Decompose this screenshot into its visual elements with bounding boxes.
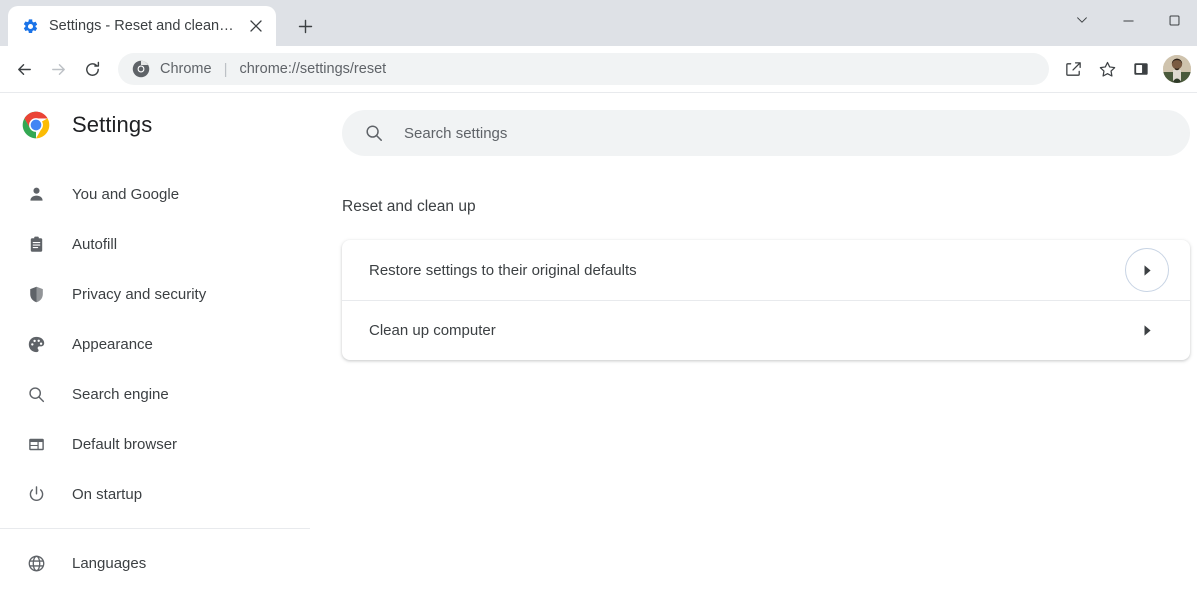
section-title: Reset and clean up: [342, 198, 1197, 216]
sidebar-item-label: You and Google: [72, 186, 179, 203]
sidebar-item-label: Privacy and security: [72, 286, 206, 303]
reset-options-card: Restore settings to their original defau…: [342, 240, 1190, 360]
side-panel-button[interactable]: [1125, 53, 1157, 85]
omnibox-chip-name: Chrome: [160, 61, 212, 77]
minimize-button[interactable]: [1105, 0, 1151, 40]
shield-icon: [26, 284, 46, 304]
page-title: Settings: [72, 112, 152, 138]
maximize-icon: [1168, 14, 1181, 27]
close-icon[interactable]: [244, 14, 268, 38]
arrow-right-icon: [49, 60, 68, 79]
search-settings-bar[interactable]: [342, 110, 1190, 156]
tab-strip: Settings - Reset and clean up: [0, 0, 1197, 46]
search-icon: [26, 384, 46, 404]
row-clean-up-computer[interactable]: Clean up computer: [342, 300, 1190, 360]
maximize-button[interactable]: [1151, 0, 1197, 40]
row-label: Restore settings to their original defau…: [369, 262, 1125, 279]
new-tab-button[interactable]: [290, 11, 320, 41]
tab-title: Settings - Reset and clean up: [49, 18, 234, 34]
forward-button[interactable]: [42, 53, 74, 85]
reload-icon: [83, 60, 102, 79]
share-icon: [1064, 60, 1083, 79]
chrome-logo-icon: [20, 109, 52, 141]
sidebar-item-privacy-and-security[interactable]: Privacy and security: [0, 269, 310, 319]
search-input[interactable]: [404, 110, 1190, 156]
star-icon: [1098, 60, 1117, 79]
toolbar-actions: [1057, 53, 1191, 85]
sidebar-divider: [0, 528, 310, 529]
arrow-left-icon: [15, 60, 34, 79]
settings-header: Settings: [0, 93, 310, 157]
sidebar-item-label: Appearance: [72, 336, 153, 353]
back-button[interactable]: [8, 53, 40, 85]
chevron-down-icon: [1075, 13, 1089, 27]
settings-nav: You and Google Autofill: [0, 169, 310, 588]
sidebar-item-on-startup[interactable]: On startup: [0, 469, 310, 519]
browser-window-icon: [26, 434, 46, 454]
sidebar-item-label: Default browser: [72, 436, 177, 453]
settings-content: Reset and clean up Restore settings to t…: [310, 93, 1197, 600]
search-icon: [364, 123, 384, 143]
chevron-right-icon[interactable]: [1125, 309, 1169, 353]
sidebar-item-label: Languages: [72, 555, 146, 572]
sidebar-item-languages[interactable]: Languages: [0, 538, 310, 588]
sidebar-item-label: Autofill: [72, 236, 117, 253]
settings-page: Settings You and Google: [0, 93, 1197, 600]
palette-icon: [26, 334, 46, 354]
share-button[interactable]: [1057, 53, 1089, 85]
sidebar-item-appearance[interactable]: Appearance: [0, 319, 310, 369]
minimize-icon: [1122, 14, 1135, 27]
row-restore-settings[interactable]: Restore settings to their original defau…: [342, 240, 1190, 300]
side-panel-icon: [1132, 60, 1150, 78]
row-label: Clean up computer: [369, 322, 1125, 339]
omnibox-url: chrome://settings/reset: [239, 61, 386, 77]
settings-sidebar: Settings You and Google: [0, 93, 310, 600]
sidebar-item-label: On startup: [72, 486, 142, 503]
browser-toolbar: Chrome | chrome://settings/reset: [0, 46, 1197, 92]
sidebar-item-default-browser[interactable]: Default browser: [0, 419, 310, 469]
chrome-logo-icon: [132, 60, 150, 78]
person-icon: [26, 184, 46, 204]
address-bar[interactable]: Chrome | chrome://settings/reset: [118, 53, 1049, 85]
chevron-right-icon[interactable]: [1125, 248, 1169, 292]
power-icon: [26, 484, 46, 504]
bookmark-button[interactable]: [1091, 53, 1123, 85]
sidebar-item-label: Search engine: [72, 386, 169, 403]
browser-tab[interactable]: Settings - Reset and clean up: [8, 6, 276, 46]
omnibox-separator: |: [222, 61, 230, 78]
globe-icon: [26, 553, 46, 573]
clipboard-icon: [26, 234, 46, 254]
reload-button[interactable]: [76, 53, 108, 85]
sidebar-item-you-and-google[interactable]: You and Google: [0, 169, 310, 219]
avatar[interactable]: [1163, 55, 1191, 83]
sidebar-item-search-engine[interactable]: Search engine: [0, 369, 310, 419]
window-controls: [1059, 0, 1197, 40]
gear-icon: [22, 18, 39, 35]
tab-search-button[interactable]: [1059, 0, 1105, 40]
avatar-photo: [1163, 55, 1191, 83]
sidebar-item-autofill[interactable]: Autofill: [0, 219, 310, 269]
plus-icon: [298, 19, 313, 34]
